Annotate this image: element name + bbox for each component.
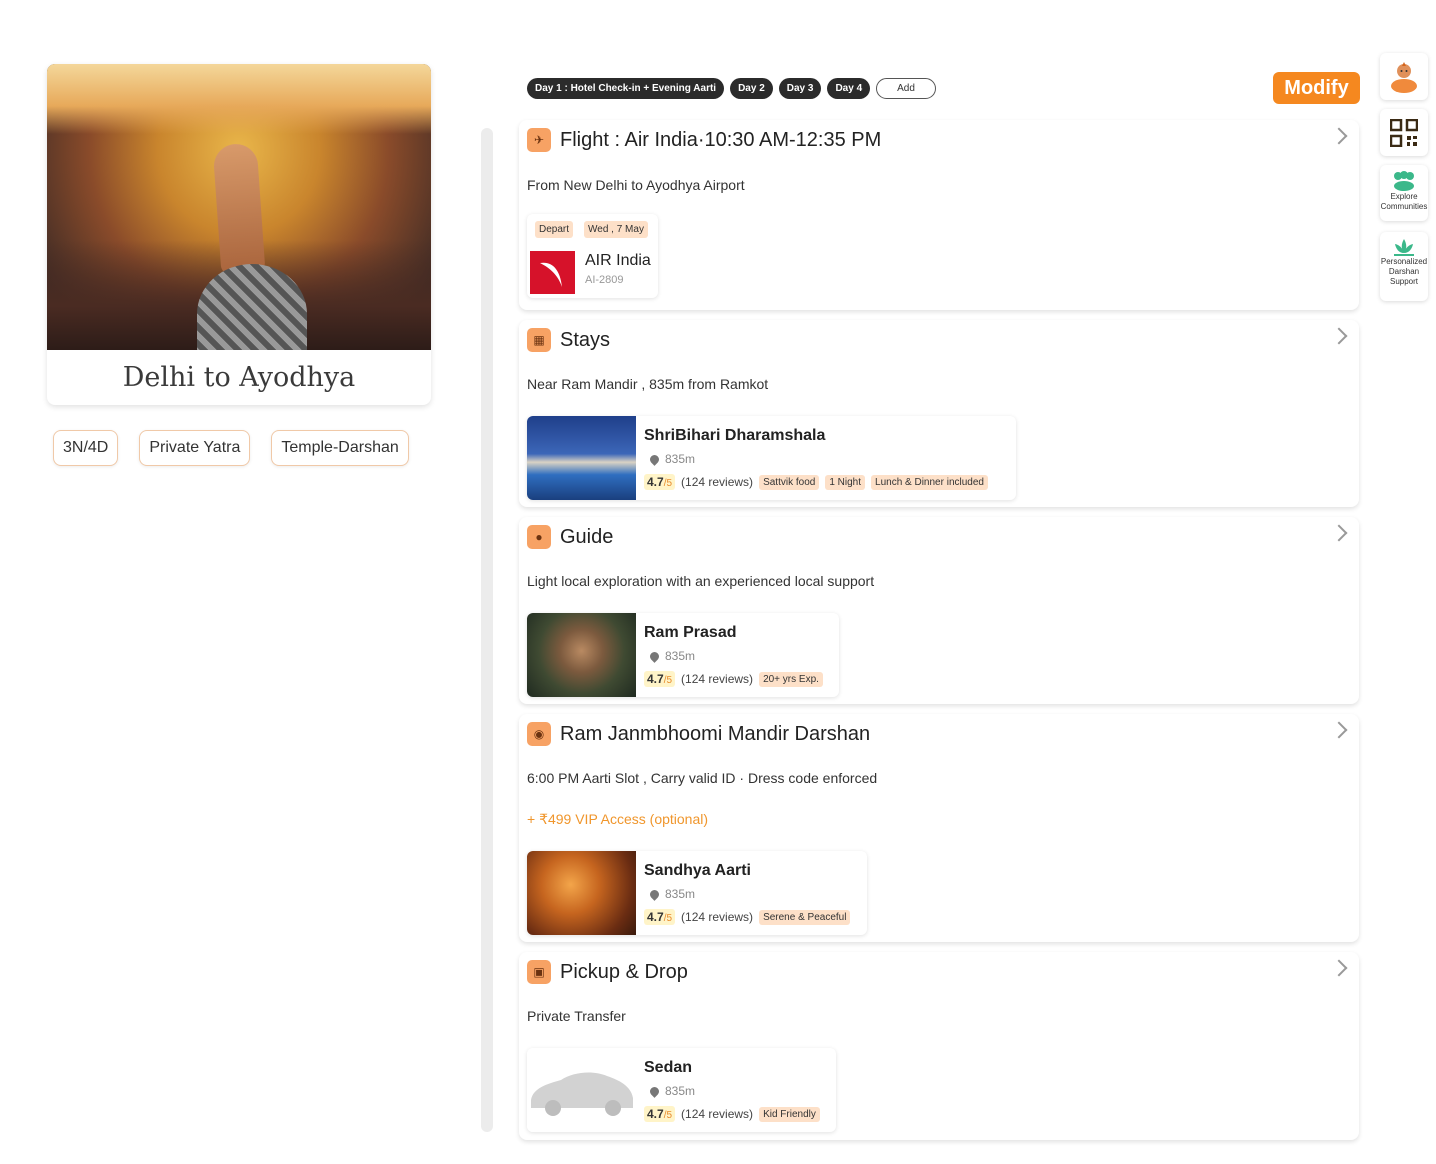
rating-badge: 4.7/5 [644, 474, 676, 490]
location-pin-icon [648, 452, 661, 466]
aarti-location: 835m [648, 887, 695, 901]
chevron-right-icon[interactable] [1330, 721, 1348, 739]
tab-day-4[interactable]: Day 4 [827, 78, 871, 99]
aarti-card[interactable]: Sandhya Aarti 835m 4.7/5 (124 reviews) S… [527, 851, 867, 935]
flight-title: Flight : Air India·10:30 AM-12:35 PM [560, 128, 882, 151]
flight-description: From New Delhi to Ayodhya Airport [527, 177, 745, 193]
hotel-photo [527, 416, 636, 500]
explore-communities-label: Explore Communities [1380, 192, 1428, 211]
stay-name: ShriBihari Dharamshala [644, 427, 826, 444]
review-count: (124 reviews) [681, 1107, 754, 1121]
rating-badge: 4.7/5 [644, 1106, 676, 1122]
qr-code-icon [1390, 118, 1418, 147]
stays-title: Stays [560, 328, 611, 351]
chip-kid-friendly: Kid Friendly [759, 1106, 820, 1122]
tag-temple-darshan: Temple-Darshan [271, 430, 409, 466]
tag-private-yatra: Private Yatra [139, 430, 251, 466]
chip-meals: Lunch & Dinner included [871, 474, 988, 490]
vip-access-link[interactable]: + ₹499 VIP Access (optional) [527, 811, 708, 828]
review-count: (124 reviews) [681, 672, 754, 686]
car-icon: ▣ [527, 960, 551, 984]
stays-section[interactable]: ▦ Stays Near Ram Mandir , 835m from Ramk… [519, 320, 1359, 507]
tab-day-1[interactable]: Day 1 : Hotel Check-in + Evening Aarti [527, 78, 725, 99]
pickup-title: Pickup & Drop [560, 960, 688, 983]
aarti-photo [527, 851, 636, 935]
guide-section[interactable]: ● Guide Light local exploration with an … [519, 517, 1359, 704]
vehicle-location: 835m [648, 1084, 695, 1098]
stays-description: Near Ram Mandir , 835m from Ramkot [527, 376, 769, 392]
stay-location: 835m [648, 452, 695, 466]
flight-section[interactable]: ✈ Flight : Air India·10:30 AM-12:35 PM F… [519, 120, 1359, 310]
tab-day-3[interactable]: Day 3 [778, 78, 822, 99]
add-day-button[interactable]: Add [876, 78, 936, 99]
chip-serene: Serene & Peaceful [759, 909, 851, 925]
guide-location: 835m [648, 649, 695, 663]
guide-description: Light local exploration with an experien… [527, 573, 875, 589]
guide-name: Ram Prasad [644, 624, 737, 641]
aarti-name: Sandhya Aarti [644, 862, 751, 879]
guide-photo [527, 613, 636, 697]
scrollbar-track[interactable] [481, 128, 493, 1132]
chevron-right-icon[interactable] [1330, 524, 1348, 542]
modify-button[interactable]: Modify [1273, 72, 1360, 104]
plane-icon: ✈ [527, 128, 551, 152]
day-tabs: Day 1 : Hotel Check-in + Evening Aarti D… [527, 78, 936, 99]
community-icon [1394, 171, 1414, 191]
guide-card[interactable]: Ram Prasad 835m 4.7/5 (124 reviews) 20+ … [527, 613, 839, 697]
tag-duration: 3N/4D [53, 430, 119, 466]
chip-nights: 1 Night [825, 474, 866, 490]
trip-title: Delhi to Ayodhya [122, 362, 356, 393]
explore-communities-button[interactable]: Explore Communities [1380, 165, 1428, 221]
darshan-support-button[interactable]: Personalized Darshan Support [1380, 232, 1428, 301]
lotus-icon [1394, 239, 1414, 256]
vehicle-name: Sedan [644, 1059, 693, 1076]
qr-code-button[interactable] [1380, 109, 1428, 156]
airline-name: AIR India [585, 252, 651, 269]
sedan-photo [527, 1048, 636, 1132]
pandit-avatar-button[interactable] [1380, 53, 1428, 100]
pickup-description: Private Transfer [527, 1008, 626, 1024]
flight-card[interactable]: Depart Wed , 7 May AIR India AI-2809 [527, 214, 658, 298]
hero-image [47, 64, 431, 350]
chevron-right-icon[interactable] [1330, 127, 1348, 145]
air-india-logo [530, 251, 575, 294]
review-count: (124 reviews) [681, 910, 754, 924]
review-count: (124 reviews) [681, 475, 754, 489]
tab-day-2[interactable]: Day 2 [730, 78, 773, 99]
location-pin-icon [648, 649, 661, 663]
chevron-right-icon[interactable] [1330, 959, 1348, 977]
darshan-title: Ram Janmbhoomi Mandir Darshan [560, 722, 871, 745]
person-icon: ● [527, 525, 551, 549]
vehicle-card[interactable]: Sedan 835m 4.7/5 (124 reviews) Kid Frien… [527, 1048, 836, 1132]
stay-card[interactable]: ShriBihari Dharamshala 835m 4.7/5 (124 r… [527, 416, 1016, 500]
location-pin-icon [648, 1084, 661, 1098]
flight-code: AI-2809 [585, 274, 624, 286]
date-chip: Wed , 7 May [584, 221, 648, 238]
trip-tags: 3N/4D Private Yatra Temple-Darshan [53, 430, 409, 466]
darshan-support-label: Personalized Darshan Support [1380, 257, 1428, 286]
darshan-description: 6:00 PM Aarti Slot , Carry valid ID · Dr… [527, 770, 878, 786]
chip-experience: 20+ yrs Exp. [759, 671, 823, 687]
location-pin-icon [648, 887, 661, 901]
rating-badge: 4.7/5 [644, 909, 676, 925]
guide-title: Guide [560, 525, 614, 548]
depart-chip: Depart [535, 221, 574, 238]
binoculars-icon: ◉ [527, 722, 551, 746]
trip-hero-card[interactable]: Delhi to Ayodhya [47, 64, 431, 405]
hotel-icon: ▦ [527, 328, 551, 352]
chevron-right-icon[interactable] [1330, 327, 1348, 345]
chip-sattvik-food: Sattvik food [759, 474, 820, 490]
pandit-avatar-icon [1391, 61, 1417, 93]
darshan-section[interactable]: ◉ Ram Janmbhoomi Mandir Darshan 6:00 PM … [519, 714, 1359, 942]
pickup-section[interactable]: ▣ Pickup & Drop Private Transfer Sedan 8… [519, 952, 1359, 1140]
rating-badge: 4.7/5 [644, 671, 676, 687]
